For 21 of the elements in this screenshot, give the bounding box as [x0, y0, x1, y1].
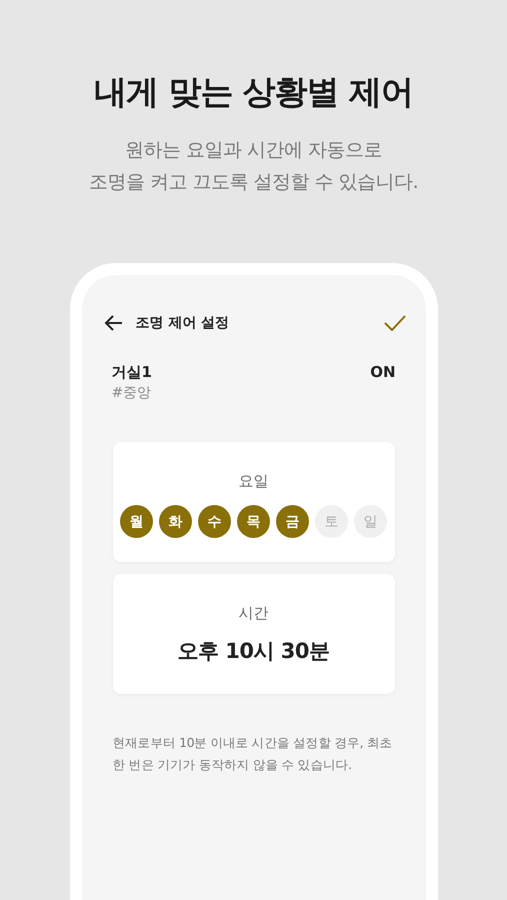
confirm-button[interactable]	[384, 315, 406, 331]
device-name: 거실1	[112, 363, 152, 382]
day-toggle[interactable]: 화	[159, 505, 192, 538]
day-toggle[interactable]: 월	[120, 505, 153, 538]
subtitle-line: 원하는 요일과 시간에 자동으로	[124, 138, 382, 163]
back-arrow-icon	[104, 313, 124, 333]
device-status: ON	[370, 363, 396, 383]
days-label: 요일	[238, 472, 268, 491]
check-icon	[384, 315, 406, 331]
day-toggle[interactable]: 목	[237, 505, 270, 538]
device-tag: #중앙	[112, 384, 152, 402]
time-label: 시간	[238, 604, 268, 623]
notice-text: 현재로부터 10분 이내로 시간을 설정할 경우, 최초 한 번은 기기가 동작하지 않을 수 있습니다.	[112, 734, 394, 774]
subtitle-line: 조명을 켜고 끄도록 설정할 수 있습니다.	[88, 170, 418, 195]
time-value: 오후 10시 30분	[177, 638, 330, 665]
headline: 내게 맞는 상황별 제어	[94, 71, 414, 113]
time-card[interactable]: 시간 오후 10시 30분	[112, 574, 394, 694]
screen-title: 조명 제어 설정	[136, 314, 230, 332]
back-button[interactable]	[104, 313, 124, 333]
day-toggle[interactable]: 금	[276, 505, 309, 538]
day-toggle[interactable]: 수	[198, 505, 231, 538]
